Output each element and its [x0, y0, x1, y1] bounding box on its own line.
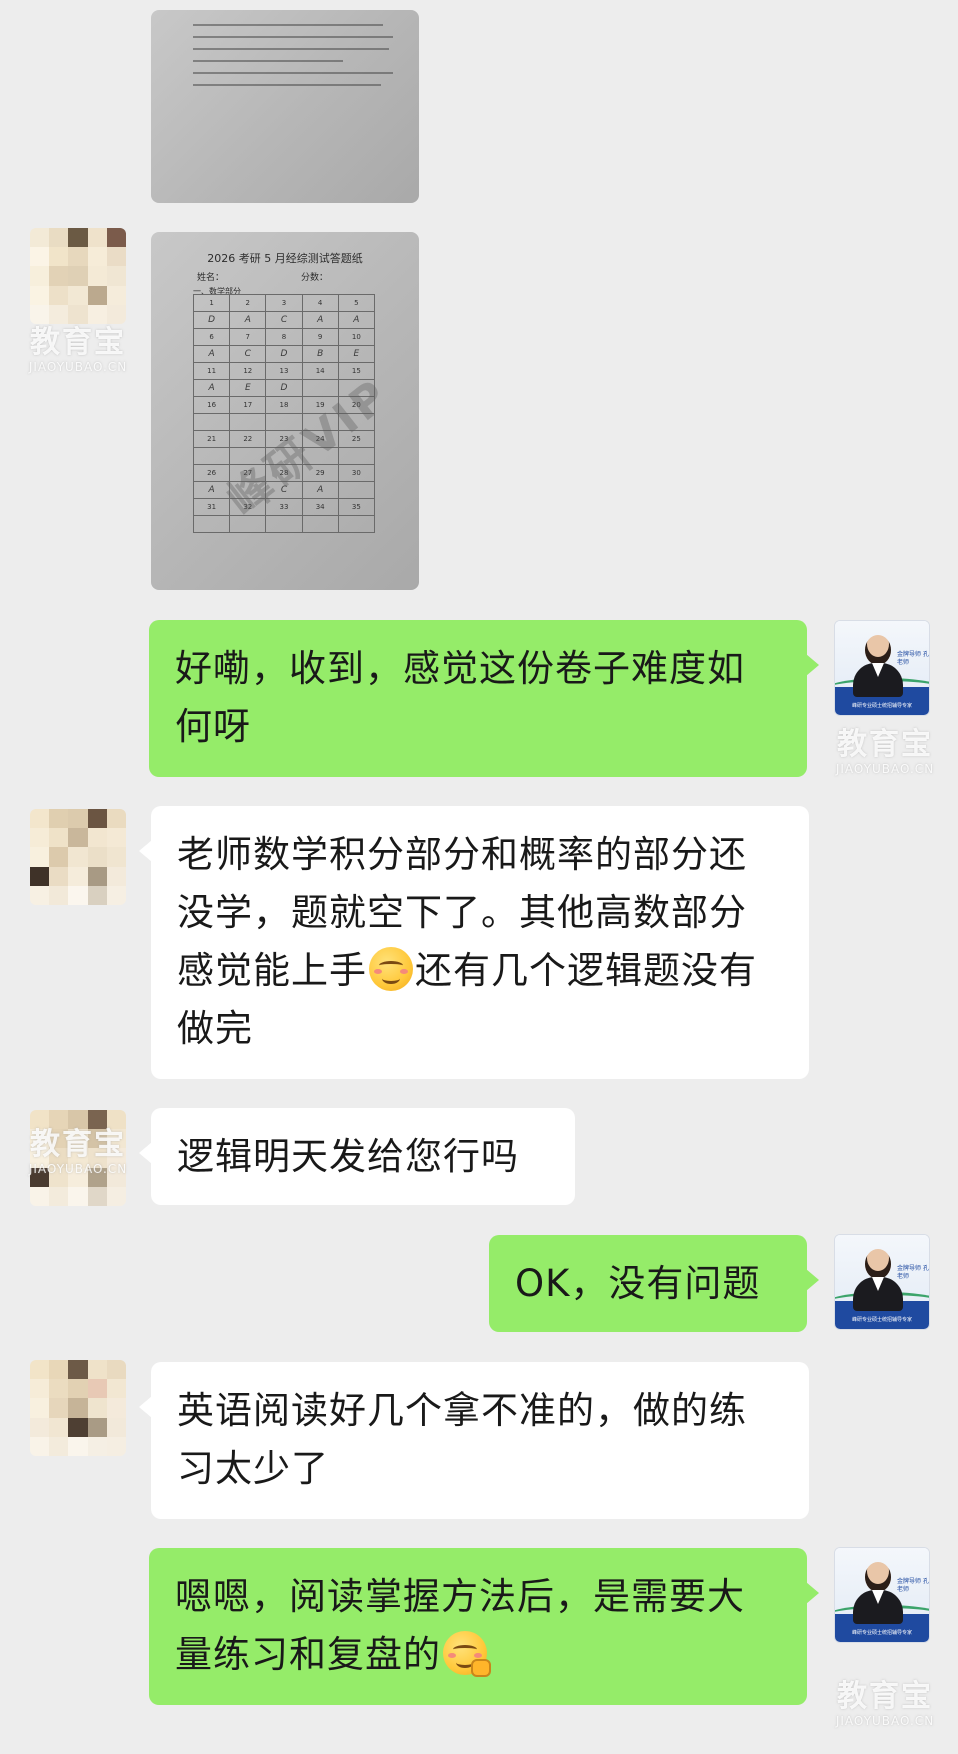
message-bubble-outgoing[interactable]: 好嘞，收到，感觉这份卷子难度如何呀 [149, 620, 819, 777]
question-number: 11 [192, 362, 231, 380]
question-number: 30 [337, 464, 376, 482]
question-number: 35 [337, 498, 376, 516]
answer-cell [192, 413, 231, 431]
question-number: 14 [301, 362, 339, 380]
answer-cell [265, 515, 303, 533]
teacher-avatar-label: 金牌导师 孔老师 [897, 1578, 929, 1593]
teacher-avatar[interactable]: 金牌导师 孔老师 峰研专业硕士统招辅导专家 [834, 1547, 930, 1643]
answer-cell: B [301, 345, 339, 363]
question-number: 13 [265, 362, 303, 380]
teacher-avatar[interactable]: 金牌导师 孔老师 峰研专业硕士统招辅导专家 [834, 1234, 930, 1330]
message-bubble-incoming[interactable]: 逻辑明天发给您行吗 [139, 1108, 575, 1205]
question-number: 4 [301, 294, 339, 312]
answer-cell [301, 515, 339, 533]
message-text: OK，没有问题 [515, 1262, 761, 1305]
question-number: 3 [265, 294, 303, 312]
teacher-photo-head [865, 1562, 891, 1592]
message-text: 英语阅读好几个拿不准的，做的练习太少了 [177, 1389, 747, 1490]
answer-cell: A [192, 345, 231, 363]
answer-cell: D [265, 345, 303, 363]
watermark: 教育宝 JIAOYUBAO.CN [826, 727, 944, 777]
answer-cell: D [192, 311, 231, 329]
question-number: 7 [229, 328, 267, 346]
chat-window: 教育宝 JIAOYUBAO.CN 2026 考研 5 月经综测试答题纸 姓名： … [0, 0, 958, 1754]
question-number: 31 [192, 498, 231, 516]
handwritten-notes-image[interactable] [151, 10, 419, 203]
answer-cell: A [192, 379, 231, 397]
contact-avatar[interactable] [30, 228, 126, 324]
question-number: 2 [229, 294, 267, 312]
contact-avatar[interactable] [30, 1110, 126, 1206]
answer-cell [192, 447, 231, 465]
message-bubble-outgoing[interactable]: 嗯嗯，阅读掌握方法后，是需要大量练习和复盘的 [149, 1548, 819, 1705]
watermark-domain: JIAOYUBAO.CN [835, 762, 935, 776]
message-bubble-outgoing[interactable]: OK，没有问题 [489, 1235, 819, 1332]
answer-cell: A [229, 311, 267, 329]
question-number: 17 [229, 396, 267, 414]
message-bubble-incoming[interactable]: 老师数学积分部分和概率的部分还没学，题就空下了。其他高数部分感觉能上手 还有几个逻… [139, 806, 809, 1079]
answer-cell [337, 481, 376, 499]
salute-face-icon [443, 1631, 491, 1677]
teacher-avatar-label: 金牌导师 孔老师 [897, 1265, 929, 1280]
answer-cell: A [301, 311, 339, 329]
teacher-avatar-caption: 峰研专业硕士统招辅导专家 [851, 1630, 912, 1636]
watermark-text: 教育宝 [837, 1679, 933, 1714]
answer-cell: D [265, 379, 303, 397]
smiling-face-icon [369, 947, 413, 991]
watermark-text: 教育宝 [30, 325, 126, 360]
answer-cell: C [265, 311, 303, 329]
question-number: 21 [192, 430, 231, 448]
teacher-photo-head [865, 635, 891, 665]
question-number: 1 [192, 294, 231, 312]
message-text: 逻辑明天发给您行吗 [177, 1135, 519, 1178]
question-number: 12 [229, 362, 267, 380]
answer-cell [192, 515, 231, 533]
question-number: 10 [337, 328, 376, 346]
teacher-avatar-caption: 峰研专业硕士统招辅导专家 [851, 1317, 912, 1323]
answer-cell: C [229, 345, 267, 363]
answer-cell: E [229, 379, 267, 397]
watermark-text: 教育宝 [837, 727, 933, 762]
teacher-photo-head [865, 1249, 891, 1279]
contact-avatar[interactable] [30, 1360, 126, 1456]
teacher-avatar-label: 金牌导师 孔老师 [897, 651, 929, 666]
answer-sheet-image[interactable]: 2026 考研 5 月经综测试答题纸 姓名： 分数： 一、数学部分 12345 … [151, 232, 419, 590]
watermark: 教育宝 JIAOYUBAO.CN [826, 1679, 944, 1729]
answer-sheet-score-label: 分数： [301, 273, 329, 283]
question-number: 6 [192, 328, 231, 346]
answer-cell: E [337, 345, 376, 363]
answer-cell: A [301, 481, 339, 499]
watermark-domain: JIAOYUBAO.CN [28, 360, 128, 374]
question-number: 16 [192, 396, 231, 414]
message-text: 好嘞，收到，感觉这份卷子难度如何呀 [175, 647, 745, 748]
message-bubble-incoming[interactable]: 英语阅读好几个拿不准的，做的练习太少了 [139, 1362, 809, 1519]
question-number: 8 [265, 328, 303, 346]
answer-cell [229, 413, 267, 431]
teacher-avatar-caption: 峰研专业硕士统招辅导专家 [851, 703, 912, 709]
answer-cell: A [337, 311, 376, 329]
answer-cell [337, 515, 376, 533]
question-number: 5 [337, 294, 376, 312]
watermark-domain: JIAOYUBAO.CN [835, 1714, 935, 1728]
teacher-avatar[interactable]: 金牌导师 孔老师 峰研专业硕士统招辅导专家 [834, 620, 930, 716]
question-number: 9 [301, 328, 339, 346]
question-number: 34 [301, 498, 339, 516]
watermark: 教育宝 JIAOYUBAO.CN [20, 325, 136, 375]
answer-sheet-title: 2026 考研 5 月经综测试答题纸 [207, 252, 363, 265]
contact-avatar[interactable] [30, 809, 126, 905]
answer-sheet-name-label: 姓名： [197, 273, 225, 283]
